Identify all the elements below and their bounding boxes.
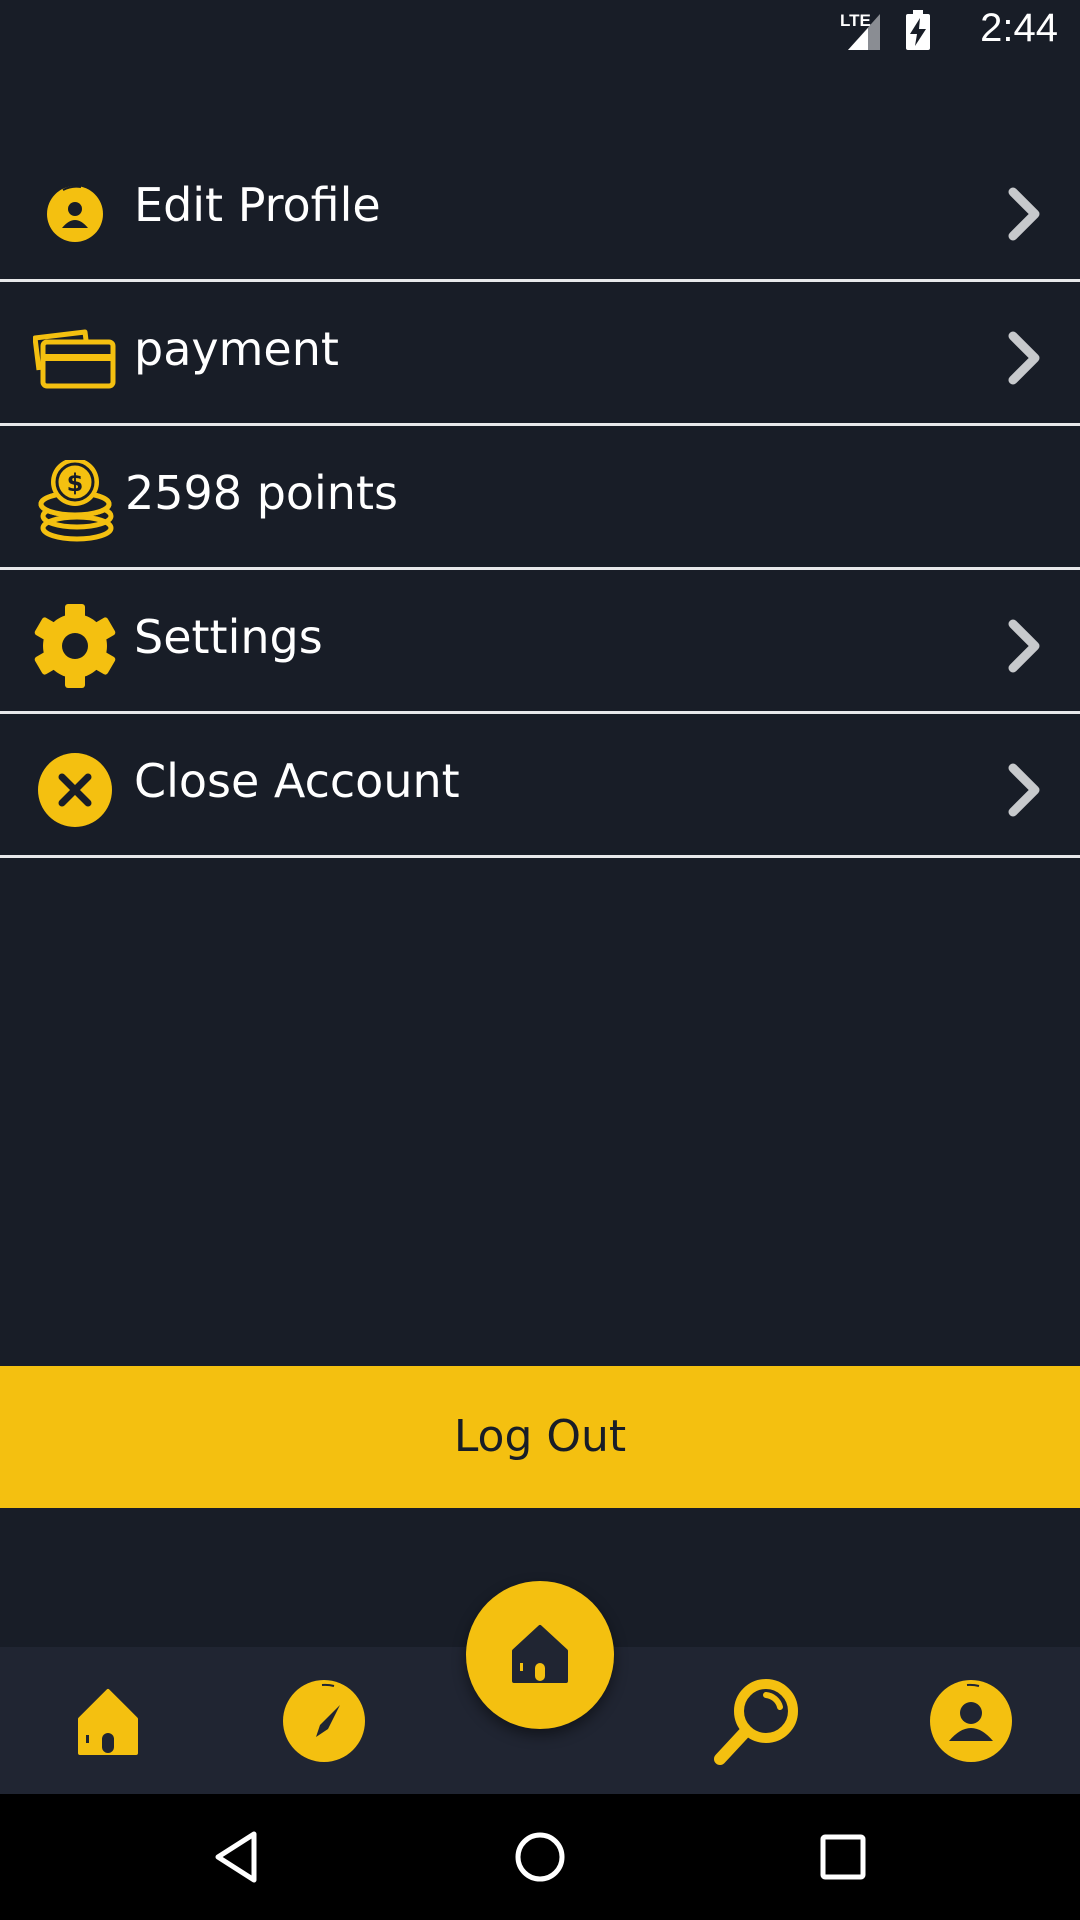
svg-text:$: $ [67, 469, 84, 497]
close-circle-icon [38, 753, 112, 827]
menu-item-label: Close Account [134, 754, 460, 808]
menu-item-label: Settings [134, 610, 323, 664]
profile-icon [47, 185, 103, 242]
gear-icon [34, 604, 116, 688]
search-icon[interactable] [710, 1673, 806, 1769]
points-balance: 2598 points [125, 466, 398, 520]
back-icon[interactable] [204, 1824, 270, 1890]
chevron-right-icon [1008, 619, 1040, 673]
menu-item-label: Edit Profile [134, 178, 381, 232]
home-fab-icon [512, 1625, 568, 1683]
logout-button[interactable]: Log Out [0, 1366, 1080, 1508]
coins-icon: $ [38, 460, 114, 542]
menu-item-close-account[interactable]: Close Account [0, 714, 1080, 858]
home-icon[interactable] [66, 1679, 150, 1763]
chevron-right-icon [1008, 187, 1040, 241]
system-nav-bar [0, 1794, 1080, 1920]
profile-icon[interactable] [929, 1679, 1013, 1763]
chevron-right-icon [1008, 763, 1040, 817]
menu-item-edit-profile[interactable]: Edit Profile [0, 138, 1080, 282]
recents-icon[interactable] [810, 1824, 876, 1890]
lte-label: LTE [840, 11, 871, 30]
chevron-right-icon [1008, 331, 1040, 385]
account-menu: Edit Profile payment $ 2598 points Setti… [0, 138, 1080, 858]
status-time: 2:44 [980, 6, 1058, 50]
menu-item-settings[interactable]: Settings [0, 570, 1080, 714]
status-bar: LTE 2:44 [0, 0, 1080, 63]
card-icon [33, 329, 116, 389]
menu-item-label: payment [134, 322, 339, 376]
status-icons: LTE [840, 10, 930, 50]
home-circle-icon[interactable] [507, 1824, 573, 1890]
menu-item-payment[interactable]: payment [0, 282, 1080, 426]
home-fab-button[interactable] [466, 1581, 614, 1729]
menu-item-points: $ 2598 points [0, 426, 1080, 570]
battery-charging-icon [906, 10, 930, 50]
compass-icon[interactable] [282, 1679, 366, 1763]
